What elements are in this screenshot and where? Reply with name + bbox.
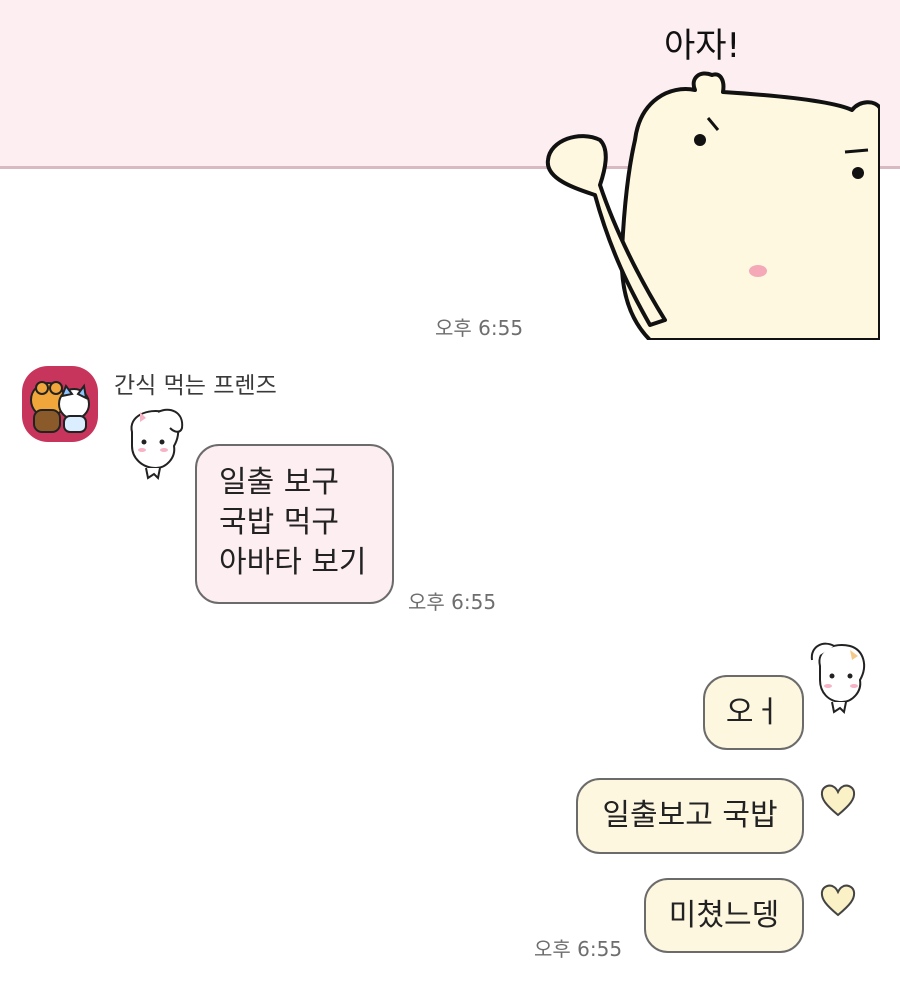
heart-reaction-icon[interactable] — [818, 781, 858, 819]
avatar[interactable] — [22, 366, 98, 442]
outgoing-message-bubble[interactable]: 미쳤느뎅 — [644, 878, 804, 953]
sticker-caption: 아자! — [664, 26, 741, 66]
outgoing-message-bubble[interactable]: 오ㅓ — [703, 675, 804, 750]
message-time: 오후 6:55 — [408, 590, 497, 614]
message-text: 미쳤느뎅 — [668, 898, 780, 933]
incoming-message-bubble[interactable]: 일출 보구 국밥 먹구 아바타 보기 — [195, 444, 394, 604]
sender-name: 간식 먹는 프렌즈 — [114, 373, 277, 399]
message-time: 오후 6:55 — [534, 937, 623, 961]
puppy-sticker-icon — [130, 408, 184, 481]
message-line: 아바타 보기 — [219, 545, 367, 580]
message-line: 국밥 먹구 — [219, 505, 339, 540]
message-line: 일출 보구 — [219, 465, 339, 500]
message-text: 일출보고 국밥 — [602, 798, 778, 833]
puppy-sticker-icon — [810, 642, 866, 715]
message-text: 오ㅓ — [725, 695, 782, 730]
outgoing-message-bubble[interactable]: 일출보고 국밥 — [576, 778, 804, 854]
message-time: 오후 6:55 — [435, 316, 524, 340]
heart-reaction-icon[interactable] — [818, 881, 858, 919]
avatar-character-icon — [30, 381, 90, 433]
